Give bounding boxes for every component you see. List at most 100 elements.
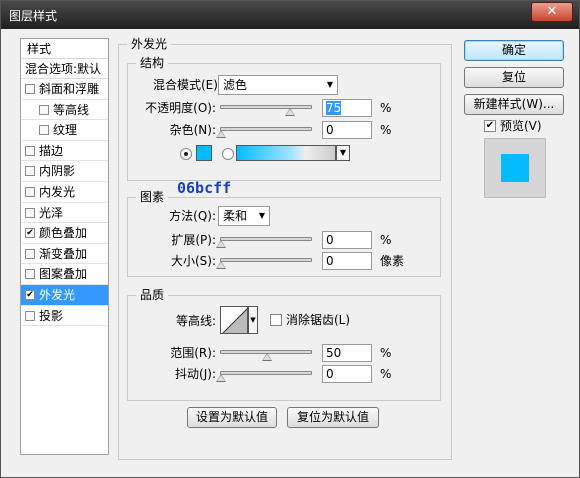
style-item-label: 外发光	[39, 287, 76, 302]
range-label: 范围(R):	[170, 346, 216, 360]
checkbox-checked[interactable]: ✔	[25, 228, 35, 239]
range-value: 50	[326, 346, 342, 360]
preview-checkbox[interactable]: ✔	[484, 120, 496, 132]
size-input[interactable]: 0	[322, 252, 372, 270]
technique-label: 方法(Q):	[169, 209, 216, 223]
ok-button[interactable]: 确定	[464, 40, 564, 61]
style-item-label: 内发光	[39, 184, 76, 199]
style-item-label: 渐变叠加	[39, 246, 88, 261]
new-style-button[interactable]: 新建样式(W)...	[464, 94, 564, 115]
dialog-body: 样式 混合选项:默认 斜面和浮雕 等高线 纹理 描边 内阴影 内发光 光泽 ✔ 颜…	[8, 30, 572, 470]
opacity-slider[interactable]	[220, 105, 312, 116]
contour-preview[interactable]	[220, 306, 248, 334]
gradient-radio[interactable]	[222, 148, 234, 160]
glow-color-swatch[interactable]	[196, 145, 212, 161]
checkbox[interactable]	[25, 186, 35, 197]
opacity-label: 不透明度(O):	[145, 101, 216, 115]
noise-label: 杂色(N):	[169, 123, 216, 137]
anti-alias-label[interactable]: 消除锯齿(L)	[286, 311, 350, 329]
gradient-picker[interactable]	[236, 145, 336, 161]
style-item-satin[interactable]: 光泽	[21, 203, 108, 224]
styles-header[interactable]: 样式	[21, 39, 108, 59]
style-item-label: 斜面和浮雕	[39, 82, 100, 96]
noise-unit: %	[380, 123, 392, 137]
opacity-unit: %	[380, 101, 392, 115]
style-item-stroke[interactable]: 描边	[21, 141, 108, 162]
range-slider-thumb[interactable]	[262, 353, 272, 361]
spread-slider-thumb[interactable]	[216, 240, 226, 248]
reset-button[interactable]: 复位	[464, 67, 564, 88]
style-item-pattern-overlay[interactable]: 图案叠加	[21, 264, 108, 285]
jitter-slider-thumb[interactable]	[216, 374, 226, 382]
reset-to-default-button[interactable]: 复位为默认值	[287, 407, 379, 428]
style-item-label: 光泽	[39, 205, 64, 220]
blend-mode-select[interactable]: 滤色 ▼	[218, 75, 338, 95]
noise-slider-thumb[interactable]	[216, 130, 226, 138]
range-slider[interactable]	[220, 350, 312, 361]
checkbox[interactable]	[39, 125, 49, 136]
style-item-label: 描边	[39, 143, 64, 158]
spread-label: 扩展(P):	[171, 233, 216, 247]
jitter-value: 0	[326, 367, 334, 381]
checkbox[interactable]	[25, 269, 35, 280]
close-button[interactable]: ✕	[531, 2, 573, 22]
checkbox[interactable]	[25, 310, 35, 321]
gradient-dropdown-icon[interactable]: ▼	[336, 145, 350, 161]
elements-group: 图素 方法(Q): 柔和 ▼ 扩展(P): 0 % 大小(S): 0 像素	[127, 190, 441, 277]
opacity-value: 75	[326, 101, 342, 115]
size-slider[interactable]	[216, 258, 312, 269]
style-item-inner-glow[interactable]: 内发光	[21, 182, 108, 203]
structure-title: 结构	[136, 56, 169, 70]
solid-color-radio[interactable]	[180, 148, 192, 160]
style-item-label: 内阴影	[39, 164, 76, 179]
style-item-outer-glow[interactable]: ✔ 外发光	[21, 284, 108, 306]
preview-swatch	[501, 154, 529, 182]
style-item-inner-shadow[interactable]: 内阴影	[21, 161, 108, 182]
spread-unit: %	[380, 233, 392, 247]
contour-label: 等高线:	[175, 314, 216, 328]
preview-thumbnail	[484, 138, 546, 198]
noise-slider[interactable]	[216, 127, 312, 138]
make-default-button[interactable]: 设置为默认值	[187, 407, 277, 428]
color-annotation: 06bcff	[177, 179, 232, 197]
contour-dropdown-icon[interactable]: ▼	[248, 306, 258, 334]
jitter-label: 抖动(J):	[175, 367, 216, 381]
style-item-contour[interactable]: 等高线	[21, 100, 108, 121]
checkbox-checked[interactable]: ✔	[25, 289, 35, 300]
blend-mode-label: 混合模式(E):	[153, 78, 222, 92]
style-item-gradient-overlay[interactable]: 渐变叠加	[21, 244, 108, 265]
opacity-slider-thumb[interactable]	[285, 108, 295, 116]
style-item-label: 图案叠加	[39, 267, 88, 282]
style-item-bevel-emboss[interactable]: 斜面和浮雕	[21, 79, 108, 100]
jitter-input[interactable]: 0	[322, 365, 372, 383]
size-unit: 像素	[380, 254, 405, 268]
size-slider-thumb[interactable]	[216, 261, 226, 269]
outer-glow-group: 外发光 结构 混合模式(E): 滤色 ▼ 不透明度(O): 75 % 杂色(N)…	[118, 37, 452, 460]
quality-title: 品质	[136, 288, 169, 302]
blending-options-item[interactable]: 混合选项:默认	[21, 59, 108, 79]
checkbox[interactable]	[25, 84, 35, 94]
checkbox[interactable]	[25, 145, 35, 156]
structure-group: 结构 混合模式(E): 滤色 ▼ 不透明度(O): 75 % 杂色(N): 0 …	[127, 56, 441, 181]
technique-value: 柔和	[223, 209, 248, 223]
chevron-down-icon: ▼	[326, 80, 333, 89]
noise-input[interactable]: 0	[322, 121, 372, 139]
style-item-color-overlay[interactable]: ✔ 颜色叠加	[21, 223, 108, 244]
jitter-slider[interactable]	[216, 371, 312, 382]
checkbox[interactable]	[25, 207, 35, 218]
checkbox[interactable]	[39, 104, 49, 115]
jitter-unit: %	[380, 367, 392, 381]
preview-label[interactable]: 预览(V)	[500, 117, 542, 135]
spread-slider[interactable]	[216, 237, 312, 248]
technique-select[interactable]: 柔和 ▼	[218, 206, 270, 226]
style-item-drop-shadow[interactable]: 投影	[21, 306, 108, 327]
opacity-input[interactable]: 75	[322, 99, 372, 117]
checkbox[interactable]	[25, 166, 35, 177]
spread-input[interactable]: 0	[322, 231, 372, 249]
anti-alias-checkbox[interactable]	[270, 314, 282, 326]
style-item-texture[interactable]: 纹理	[21, 120, 108, 141]
checkbox[interactable]	[25, 248, 35, 259]
style-item-label: 颜色叠加	[39, 226, 88, 241]
title-bar[interactable]: 图层样式 ✕	[1, 1, 579, 29]
range-input[interactable]: 50	[322, 344, 372, 362]
